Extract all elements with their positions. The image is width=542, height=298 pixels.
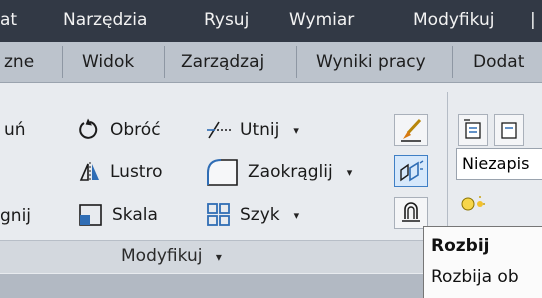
scale-icon <box>79 204 102 226</box>
array-label: Szyk <box>240 205 280 225</box>
mirror-icon <box>79 162 99 182</box>
tab-manage[interactable]: Zarządzaj <box>181 52 264 72</box>
fillet-dropdown-caret[interactable]: ▾ <box>347 166 353 179</box>
layer-bulb-icon[interactable] <box>458 196 488 222</box>
tooltip-title: Rozbij <box>431 236 490 256</box>
array-button[interactable]: Szyk ▾ <box>206 200 299 230</box>
eraser-brush-icon <box>401 118 422 142</box>
menu-item-modify[interactable]: Modyfikuj <box>413 10 494 30</box>
ribbon-tab-bar: zne Widok Zarządzaj Wyniki pracy Dodat <box>0 42 542 83</box>
explode-icon <box>400 160 424 182</box>
tab-separator <box>296 46 297 78</box>
erase-button[interactable] <box>394 114 428 146</box>
menu-item-next[interactable]: | <box>530 10 536 30</box>
menu-item-dimension[interactable]: Wymiar <box>289 10 354 30</box>
array-icon <box>207 203 230 226</box>
tab-addons[interactable]: Dodat <box>473 52 524 72</box>
rotate-label: Obróć <box>110 120 161 140</box>
trim-dropdown-caret[interactable]: ▾ <box>293 124 299 137</box>
move-tool-label[interactable]: uń <box>4 120 26 140</box>
tab-view[interactable]: Widok <box>82 52 134 72</box>
layer-dropdown[interactable]: Niezapis <box>456 148 542 180</box>
trim-icon <box>207 121 231 139</box>
fillet-button[interactable]: Zaokrąglij ▾ <box>206 157 352 187</box>
tab-separator <box>452 46 453 78</box>
layer-properties-button[interactable] <box>458 114 488 146</box>
layer-states-button[interactable] <box>494 114 524 146</box>
scale-label: Skala <box>112 205 158 225</box>
tab-parametric[interactable]: zne <box>4 52 34 72</box>
tooltip-description: Rozbija ob <box>431 267 519 287</box>
trim-label: Utnij <box>240 120 280 140</box>
tab-separator <box>62 46 63 78</box>
array-dropdown-caret[interactable]: ▾ <box>294 209 300 222</box>
rotate-button[interactable]: Obróć <box>78 115 161 145</box>
layer-states-icon <box>501 122 517 139</box>
menu-bar: at Narzędzia Rysuj Wymiar Modyfikuj | <box>0 0 542 42</box>
rotate-icon <box>79 118 98 139</box>
explode-tooltip: Rozbij Rozbija ob <box>423 226 542 298</box>
offset-icon <box>402 202 420 222</box>
stretch-tool-label[interactable]: gnij <box>0 206 31 226</box>
menu-item-format[interactable]: at <box>0 10 17 30</box>
mirror-label: Lustro <box>110 162 163 182</box>
explode-button[interactable] <box>394 155 428 187</box>
trim-button[interactable]: Utnij ▾ <box>206 115 299 145</box>
scale-button[interactable]: Skala <box>78 200 158 230</box>
menu-item-tools[interactable]: Narzędzia <box>63 10 147 30</box>
offset-button[interactable] <box>394 197 428 229</box>
layer-properties-icon <box>464 119 481 139</box>
modify-panel-title: Modyfikuj ▾ <box>121 246 222 266</box>
panel-expand-caret: ▾ <box>215 250 222 264</box>
ribbon-bottom-strip <box>0 274 430 298</box>
mirror-button[interactable]: Lustro <box>78 157 163 187</box>
menu-item-draw[interactable]: Rysuj <box>204 10 249 30</box>
tab-separator <box>164 46 165 78</box>
modify-panel-title-bar[interactable]: Modyfikuj ▾ <box>0 240 440 273</box>
fillet-icon <box>207 159 238 186</box>
fillet-label: Zaokrąglij <box>248 162 333 182</box>
tab-output[interactable]: Wyniki pracy <box>316 52 426 72</box>
